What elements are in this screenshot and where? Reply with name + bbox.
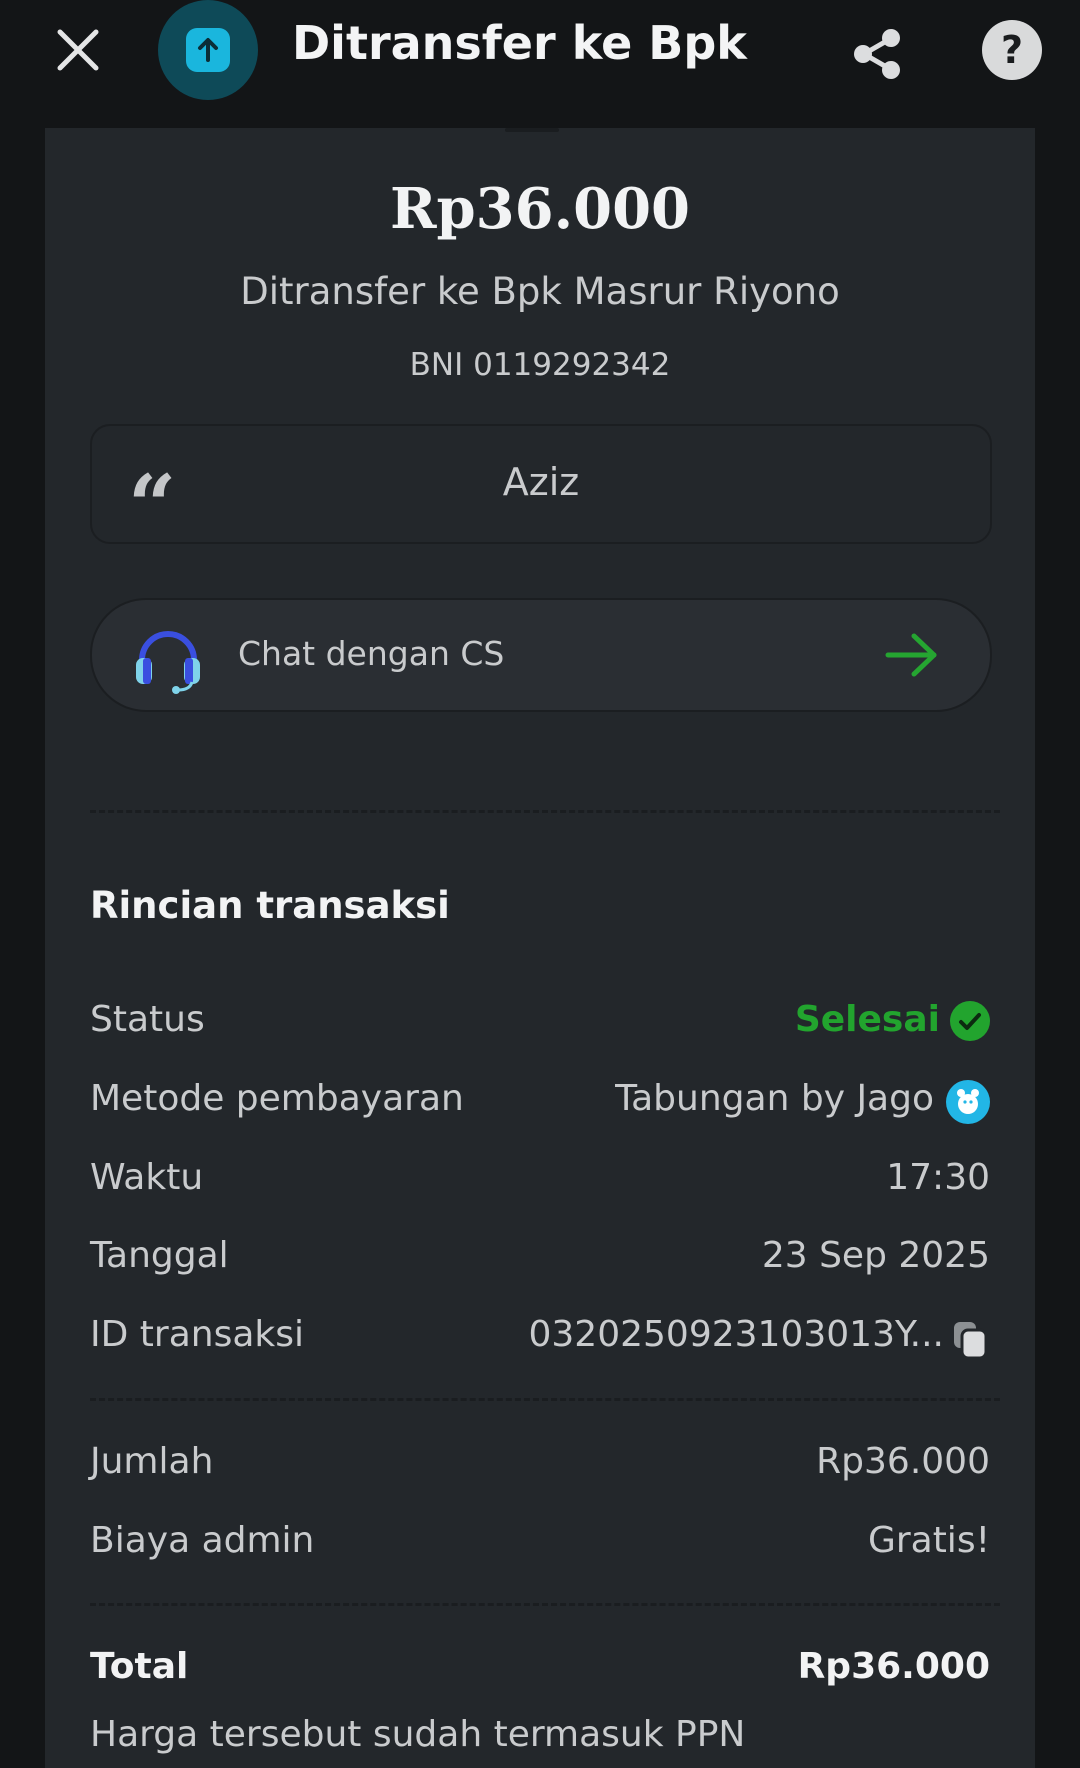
date-value: 23 Sep 2025 (761, 1235, 990, 1276)
help-button[interactable]: ? (982, 20, 1042, 80)
total-row: Total Rp36.000 (90, 1646, 990, 1696)
details-title: Rincian transaksi (90, 884, 450, 927)
transfer-amount: Rp36.000 (389, 176, 690, 242)
detail-row-payment-method: Metode pembayaran Tabungan by Jago (90, 1078, 990, 1128)
admin-fee-value: Gratis! (867, 1520, 990, 1561)
detail-row-time: Waktu 17:30 (90, 1157, 990, 1207)
detail-row-status: Status Selesai (90, 999, 990, 1049)
detail-row-transaction-id: ID transaksi 0320250923103013Y... (90, 1314, 990, 1364)
chat-cs-button[interactable]: Chat dengan CS (90, 598, 992, 712)
chat-cs-label: Chat dengan CS (238, 634, 505, 673)
detail-label: Waktu (90, 1157, 204, 1198)
arrow-right-icon (885, 633, 937, 677)
transaction-id-value: 0320250923103013Y... (528, 1314, 945, 1355)
top-bar: Ditransfer ke Bpk ... ? (0, 0, 1080, 108)
amount-value: Rp36.000 (816, 1441, 990, 1482)
recipient-account: BNI 0119292342 (409, 347, 671, 383)
close-button[interactable] (52, 24, 104, 76)
admin-fee-row: Biaya admin Gratis! (90, 1520, 990, 1570)
tax-note: Harga tersebut sudah termasuk PPN (90, 1714, 746, 1755)
share-icon (854, 29, 900, 79)
drag-handle (505, 128, 559, 132)
time-value: 17:30 (886, 1157, 990, 1198)
amount-row: Jumlah Rp36.000 (90, 1441, 990, 1491)
recipient-name: Ditransfer ke Bpk Masrur Riyono (240, 270, 840, 313)
transaction-avatar (158, 0, 258, 100)
jago-logo-icon (946, 1080, 990, 1124)
total-value: Rp36.000 (797, 1646, 990, 1687)
detail-row-date: Tanggal 23 Sep 2025 (90, 1235, 990, 1285)
detail-label: Status (90, 999, 205, 1040)
close-icon (57, 29, 99, 71)
arrow-up-icon (186, 28, 230, 72)
transfer-note: “ Aziz (90, 424, 992, 548)
check-circle-icon (950, 1001, 990, 1041)
detail-label: Metode pembayaran (90, 1078, 464, 1119)
divider (90, 1603, 1000, 1606)
headset-icon (136, 631, 200, 694)
detail-label: Tanggal (90, 1235, 229, 1276)
copy-icon[interactable] (950, 1320, 990, 1360)
amount-label: Jumlah (90, 1441, 214, 1482)
divider (90, 1398, 1000, 1401)
note-text: Aziz (502, 460, 580, 504)
admin-fee-label: Biaya admin (90, 1520, 315, 1561)
detail-label: ID transaksi (90, 1314, 304, 1355)
page-title: Ditransfer ke Bpk ... (292, 16, 762, 70)
divider (90, 810, 1000, 813)
payment-method-value: Tabungan by Jago (615, 1078, 934, 1119)
total-label: Total (90, 1646, 189, 1687)
status-badge: Selesai (794, 999, 940, 1040)
share-button[interactable] (850, 26, 906, 82)
